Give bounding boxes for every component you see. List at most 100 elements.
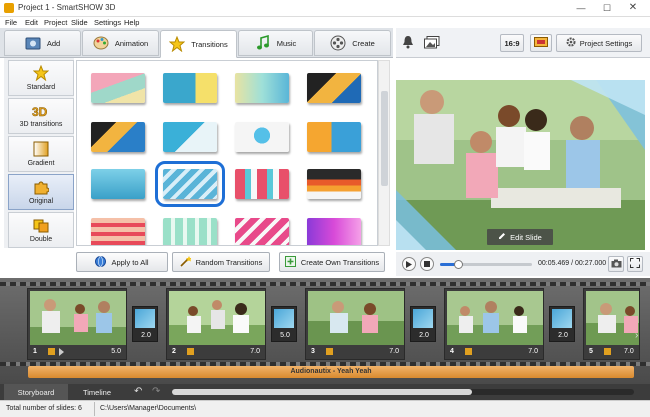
minimize-button[interactable]: — — [568, 1, 594, 15]
storyboard-slide[interactable]: 5 7.0 — [583, 288, 640, 360]
transition-thumb[interactable] — [307, 169, 361, 199]
transition-thumb[interactable] — [163, 73, 217, 103]
category-original[interactable]: Original — [8, 174, 74, 210]
transition-thumb[interactable] — [235, 122, 289, 152]
transition-thumb[interactable] — [235, 218, 289, 245]
wand-icon — [180, 255, 192, 269]
maximize-button[interactable]: ☐ — [594, 1, 620, 15]
category-standard[interactable]: Standard — [8, 60, 74, 96]
storyboard-transition[interactable]: 2.0 — [132, 306, 158, 342]
slide-thumbnail — [30, 291, 126, 345]
transition-thumbnail — [135, 309, 155, 328]
scroll-right-arrow[interactable]: › — [635, 330, 638, 341]
aspect-ratio-button[interactable]: 16:9 — [500, 34, 524, 52]
transition-thumb[interactable] — [307, 122, 361, 152]
storyboard-slide[interactable]: 1 5.0 — [27, 288, 127, 360]
preview-image — [396, 80, 645, 250]
playback-bar: 00:05.469 / 00:27.000 — [396, 252, 650, 276]
play-button[interactable] — [402, 257, 416, 271]
menu-help[interactable]: Help — [124, 17, 139, 28]
scrollbar-thumb[interactable] — [172, 389, 472, 395]
window-title: Project 1 - SmartSHOW 3D — [18, 3, 116, 12]
gear-icon — [566, 37, 576, 49]
3d-icon: 3D — [32, 105, 48, 118]
film-reel-icon — [330, 35, 346, 51]
transition-thumbnail — [413, 309, 433, 328]
project-path: C:\Users\Manager\Documents\ — [100, 405, 197, 412]
snapshot-button[interactable] — [608, 256, 624, 272]
tab-storyboard[interactable]: Storyboard — [4, 384, 68, 400]
star-icon — [33, 65, 49, 81]
transition-thumb[interactable] — [235, 169, 289, 199]
tab-create[interactable]: Create — [314, 30, 391, 56]
bell-icon[interactable] — [402, 35, 414, 51]
screen-layout-icon — [534, 37, 548, 49]
play-icon — [406, 260, 412, 268]
slide-thumbnail — [447, 291, 543, 345]
add-photo-icon — [25, 35, 41, 51]
stop-button[interactable] — [420, 257, 434, 271]
fullscreen-icon — [630, 258, 640, 270]
slide-thumbnail — [308, 291, 404, 345]
transition-thumb[interactable] — [91, 218, 145, 245]
project-settings-button[interactable]: Project Settings — [556, 34, 642, 52]
undo-icon[interactable]: ↶ — [134, 386, 142, 397]
audio-track[interactable]: Audionautix - Yeah Yeah — [28, 366, 634, 378]
tab-music[interactable]: Music — [238, 30, 313, 56]
apply-to-all-button[interactable]: Apply to All — [76, 252, 168, 272]
create-own-transitions-button[interactable]: Create Own Transitions — [279, 252, 385, 272]
grid-scrollbar[interactable] — [378, 60, 390, 246]
storyboard-slide[interactable]: 3 7.0 — [305, 288, 405, 360]
edit-icon[interactable] — [465, 348, 472, 355]
storyboard-transition[interactable]: 2.0 — [549, 306, 575, 342]
tab-add[interactable]: Add — [4, 30, 81, 56]
redo-icon[interactable]: ↷ — [152, 386, 160, 397]
transition-thumb-selected[interactable] — [155, 161, 225, 207]
transition-thumb[interactable] — [307, 73, 361, 103]
edit-slide-button[interactable]: Edit Slide — [487, 229, 553, 245]
edit-icon[interactable] — [604, 348, 611, 355]
audio-icon[interactable] — [59, 348, 64, 356]
title-bar: Project 1 - SmartSHOW 3D — ☐ ✕ — [0, 0, 650, 17]
time-display: 00:05.469 / 00:27.000 — [538, 260, 607, 267]
double-icon — [33, 219, 49, 233]
storyboard-transition[interactable]: 5.0 — [271, 306, 297, 342]
seek-track[interactable] — [440, 260, 532, 269]
transition-thumb[interactable] — [91, 73, 145, 103]
slide-thumbnail — [586, 291, 639, 345]
tab-transitions[interactable]: Transitions — [160, 30, 237, 58]
menu-project[interactable]: Project — [44, 17, 67, 28]
edit-icon[interactable] — [187, 348, 194, 355]
category-gradient[interactable]: Gradient — [8, 136, 74, 172]
edit-icon[interactable] — [48, 348, 55, 355]
category-3d[interactable]: 3D 3D transitions — [8, 98, 74, 134]
transition-thumb[interactable] — [307, 218, 361, 245]
tab-animation[interactable]: Animation — [82, 30, 159, 56]
menu-slide[interactable]: Slide — [71, 17, 88, 28]
palette-icon — [93, 35, 109, 51]
transition-thumb[interactable] — [163, 122, 217, 152]
fullscreen-button[interactable] — [627, 256, 643, 272]
close-button[interactable]: ✕ — [620, 1, 646, 15]
storyboard-slide[interactable]: 2 7.0 — [166, 288, 266, 360]
scrollbar-thumb[interactable] — [381, 91, 388, 186]
seek-handle[interactable] — [454, 260, 464, 269]
transition-thumb[interactable] — [91, 122, 145, 152]
tab-timeline[interactable]: Timeline — [68, 384, 126, 400]
transition-thumbnail — [274, 309, 294, 328]
menu-edit[interactable]: Edit — [25, 17, 38, 28]
random-transitions-button[interactable]: Random Transitions — [172, 252, 270, 272]
storyboard-slide[interactable]: 4 7.0 — [444, 288, 544, 360]
transition-thumb[interactable] — [91, 169, 145, 199]
edit-icon[interactable] — [326, 348, 333, 355]
menu-file[interactable]: File — [5, 17, 17, 28]
timeline-scrollbar[interactable] — [172, 389, 634, 395]
storyboard-transition[interactable]: 2.0 — [410, 306, 436, 342]
pencil-icon — [498, 232, 506, 242]
menu-settings[interactable]: Settings — [94, 17, 121, 28]
transition-thumb[interactable] — [235, 73, 289, 103]
photos-icon[interactable] — [424, 36, 440, 51]
theme-button[interactable] — [530, 34, 552, 52]
category-double[interactable]: Double — [8, 212, 74, 248]
transition-thumb[interactable] — [163, 218, 217, 245]
